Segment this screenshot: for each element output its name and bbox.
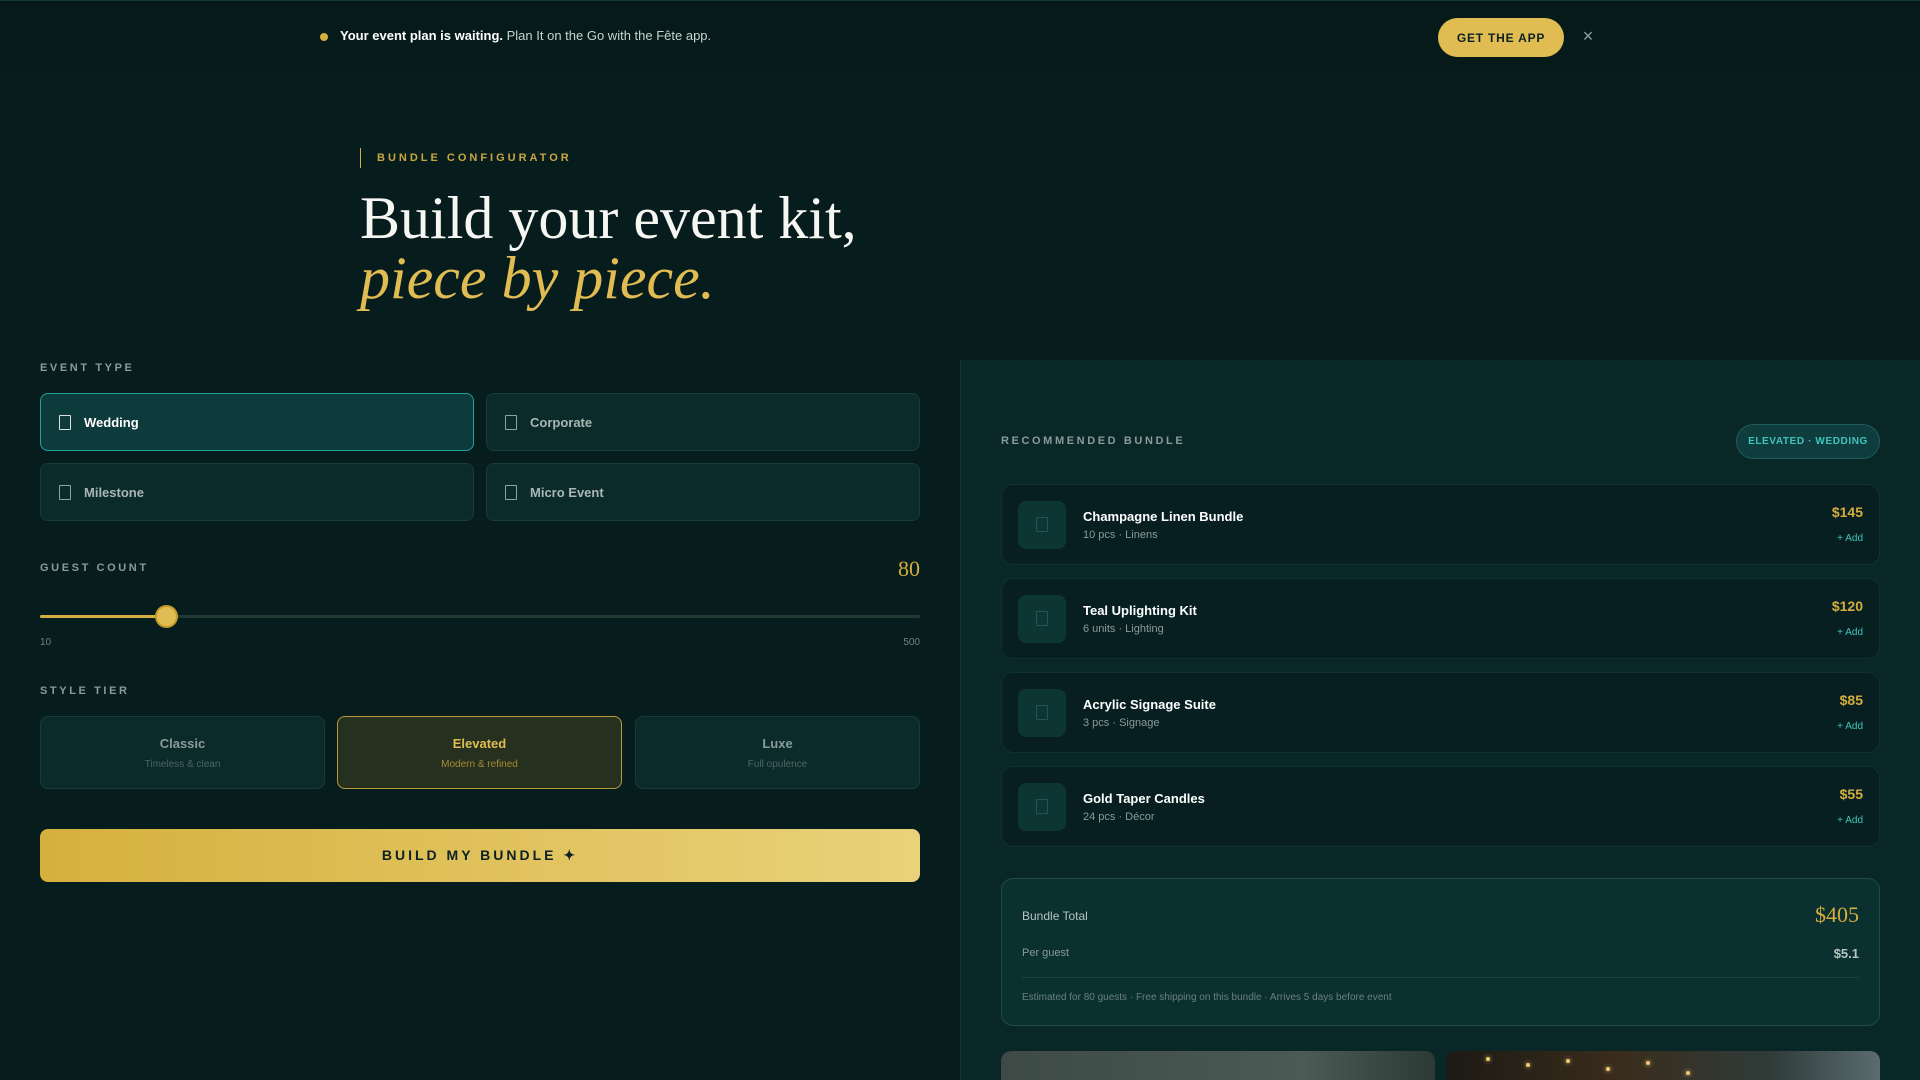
slider-thumb[interactable] — [157, 607, 176, 626]
guest-count-slider[interactable] — [40, 607, 920, 626]
document-icon — [1036, 799, 1048, 814]
item-meta: 3 pcs · Signage — [1083, 717, 1160, 729]
per-guest-value: $5.1 — [1833, 946, 1859, 961]
slider-fill — [40, 615, 166, 618]
page-title-line-1: Build your event kit, — [360, 185, 857, 251]
tier-option-luxe[interactable]: Luxe Full opulence — [635, 716, 920, 789]
slider-min-label: 10 — [40, 637, 52, 648]
tier-name: Classic — [159, 735, 206, 751]
slider-max-label: 500 — [903, 637, 920, 648]
item-price: $120 — [1831, 598, 1863, 614]
item-meta: 10 pcs · Linens — [1083, 529, 1158, 541]
document-icon — [59, 414, 71, 430]
recommended-bundle-label: RECOMMENDED BUNDLE — [1001, 435, 1186, 447]
add-item-link[interactable]: + Add — [1837, 815, 1863, 826]
document-icon — [1036, 705, 1048, 720]
shipping-note: Estimated for 80 guests · Free shipping … — [1022, 992, 1392, 1003]
guest-count-label: GUEST COUNT — [40, 562, 149, 574]
item-thumbnail — [1018, 689, 1066, 737]
event-type-label: EVENT TYPE — [40, 362, 135, 374]
bundle-tier-badge: ELEVATED · WEDDING — [1736, 424, 1880, 459]
banner-headline: Your event plan is waiting. — [340, 28, 504, 43]
page-title-line-2: piece by piece. — [360, 245, 715, 311]
item-thumbnail — [1018, 501, 1066, 549]
app-promo-banner: Your event plan is waiting. Plan It on t… — [0, 0, 1920, 72]
tier-option-elevated[interactable]: Elevated Modern & refined — [337, 716, 622, 789]
item-price: $55 — [1839, 786, 1863, 802]
event-photo-table — [1001, 1051, 1435, 1080]
light-bulb — [1566, 1059, 1570, 1063]
event-option-label: Wedding — [84, 414, 139, 430]
page-title: Build your event kit, piece by piece. — [360, 188, 1260, 308]
light-bulb — [1486, 1057, 1490, 1061]
event-option-label: Milestone — [84, 484, 144, 500]
tier-subtitle: Timeless & clean — [144, 758, 221, 770]
item-meta: 24 pcs · Décor — [1083, 811, 1155, 823]
banner-message: Your event plan is waiting. Plan It on t… — [340, 28, 711, 43]
light-bulb — [1606, 1067, 1610, 1071]
tier-subtitle: Full opulence — [747, 758, 808, 770]
bundle-item: Champagne Linen Bundle 10 pcs · Linens $… — [1001, 484, 1880, 565]
bundle-item: Acrylic Signage Suite 3 pcs · Signage $8… — [1001, 672, 1880, 753]
tier-option-classic[interactable]: Classic Timeless & clean — [40, 716, 325, 789]
item-price: $145 — [1831, 504, 1863, 520]
build-my-bundle-button[interactable]: BUILD MY BUNDLE ✦ — [40, 829, 920, 882]
document-icon — [59, 484, 71, 500]
document-icon — [505, 414, 517, 430]
item-name: Acrylic Signage Suite — [1083, 697, 1216, 712]
event-option-wedding[interactable]: Wedding — [40, 393, 474, 451]
add-item-link[interactable]: + Add — [1837, 533, 1863, 544]
status-dot-icon — [320, 33, 328, 41]
item-name: Gold Taper Candles — [1083, 791, 1205, 806]
guest-count-value: 80 — [898, 556, 920, 581]
event-option-label: Corporate — [530, 414, 593, 430]
style-tier-label: STYLE TIER — [40, 685, 130, 697]
item-thumbnail — [1018, 595, 1066, 643]
add-item-link[interactable]: + Add — [1837, 721, 1863, 732]
document-icon — [1036, 611, 1048, 626]
item-name: Champagne Linen Bundle — [1083, 509, 1244, 524]
event-option-label: Micro Event — [530, 484, 604, 500]
item-thumbnail — [1018, 783, 1066, 831]
bundle-item: Gold Taper Candles 24 pcs · Décor $55 + … — [1001, 766, 1880, 847]
event-option-milestone[interactable]: Milestone — [40, 463, 474, 521]
item-price: $85 — [1839, 692, 1863, 708]
bundle-total-label: Bundle Total — [1022, 909, 1088, 923]
tier-name: Elevated — [452, 735, 507, 751]
event-photo-string-lights — [1446, 1051, 1880, 1080]
light-bulb — [1526, 1063, 1530, 1067]
section-eyebrow: BUNDLE CONFIGURATOR — [360, 148, 572, 168]
light-bulb — [1686, 1071, 1690, 1075]
light-bulb — [1646, 1061, 1650, 1065]
item-meta: 6 units · Lighting — [1083, 623, 1164, 635]
close-icon[interactable]: × — [1580, 27, 1596, 45]
event-option-corporate[interactable]: Corporate — [486, 393, 920, 451]
document-icon — [505, 484, 517, 500]
bundle-item: Teal Uplighting Kit 6 units · Lighting $… — [1001, 578, 1880, 659]
bundle-total-card: Bundle Total $405 Per guest $5.1 Estimat… — [1001, 878, 1880, 1026]
per-guest-label: Per guest — [1022, 947, 1070, 959]
item-name: Teal Uplighting Kit — [1083, 603, 1197, 618]
divider — [1022, 977, 1859, 978]
event-option-micro-event[interactable]: Micro Event — [486, 463, 920, 521]
tier-subtitle: Modern & refined — [441, 758, 518, 770]
banner-body: Plan It on the Go with the Fête app. — [503, 28, 712, 43]
tier-name: Luxe — [762, 735, 793, 751]
add-item-link[interactable]: + Add — [1837, 627, 1863, 638]
bundle-total-value: $405 — [1815, 902, 1859, 927]
document-icon — [1036, 517, 1048, 532]
get-the-app-button[interactable]: GET THE APP — [1438, 18, 1564, 57]
